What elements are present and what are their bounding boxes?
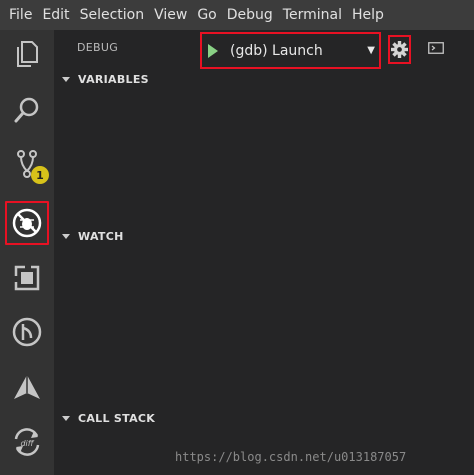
dropdown-arrow-icon[interactable]: ▼ [367,45,375,56]
watch-panel [54,247,474,407]
launch-config-label: (gdb) Launch [230,42,323,59]
menu-debug[interactable]: Debug [222,0,278,30]
debug-title: DEBUG [77,41,119,54]
menu-help[interactable]: Help [347,0,389,30]
extensions-icon [13,264,40,291]
activity-git-history[interactable] [5,310,49,354]
activity-bar: 1 diff [0,30,54,475]
collapse-icon [62,415,70,421]
menu-terminal[interactable]: Terminal [278,0,347,30]
menu-go[interactable]: Go [192,0,221,30]
debug-header: DEBUG (gdb) Launch ▼ [54,30,474,69]
activity-extensions[interactable] [5,256,49,300]
watermark: https://blog.csdn.net/u013187057 [175,450,407,464]
diff-icon: diff [14,428,40,456]
activity-azure[interactable] [5,365,49,409]
start-debugging-icon[interactable] [208,43,218,58]
watch-title: WATCH [78,229,124,243]
gear-icon [391,41,408,58]
call-stack-title: CALL STACK [78,411,156,425]
terminal-icon [428,42,444,54]
search-icon [14,97,39,123]
menu-selection[interactable]: Selection [75,0,150,30]
variables-section-header[interactable]: VARIABLES [54,68,474,90]
variables-panel [54,90,474,225]
scm-badge: 1 [31,166,49,184]
activity-source-control[interactable]: 1 [5,142,49,186]
open-launch-json-button[interactable] [388,35,411,64]
activity-debug[interactable] [5,201,49,245]
launch-config-select[interactable]: (gdb) Launch ▼ [200,32,381,69]
files-icon [17,41,38,67]
activity-diff[interactable]: diff [5,420,49,464]
debug-icon [12,208,42,238]
call-stack-section-header[interactable]: CALL STACK [54,407,474,429]
activity-explorer[interactable] [5,32,49,76]
git-history-icon [12,317,42,347]
menu-file[interactable]: File [4,0,37,30]
svg-text:diff: diff [20,439,34,448]
collapse-icon [62,76,70,82]
variables-title: VARIABLES [78,72,149,86]
azure-icon [14,375,40,399]
collapse-icon [62,233,70,239]
menu-view[interactable]: View [149,0,192,30]
debug-console-button[interactable] [428,42,444,54]
debug-sidebar: DEBUG (gdb) Launch ▼ VARIABLES WATCH CAL… [54,30,474,475]
watch-section-header[interactable]: WATCH [54,225,474,247]
menu-bar: File Edit Selection View Go Debug Termin… [0,0,474,30]
activity-search[interactable] [5,88,49,132]
menu-edit[interactable]: Edit [37,0,74,30]
